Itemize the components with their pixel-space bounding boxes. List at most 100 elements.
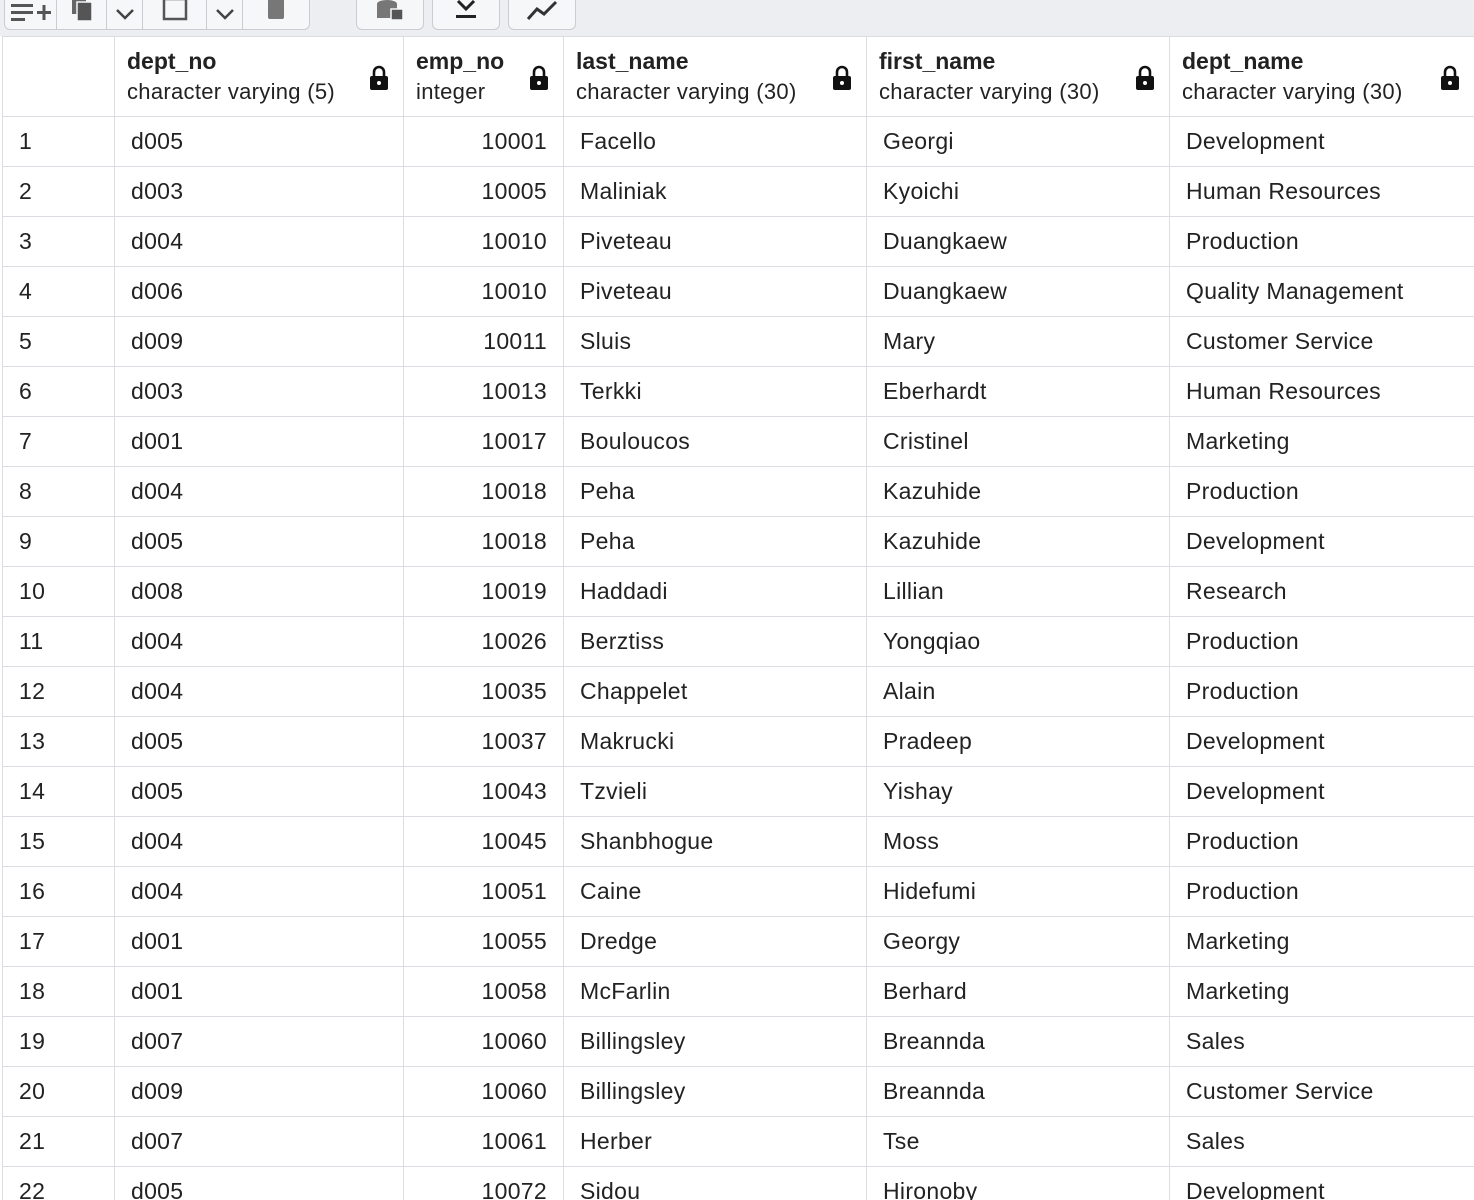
row-number-cell[interactable]: 11	[2, 616, 115, 667]
first-name-cell[interactable]: Lillian	[866, 566, 1170, 617]
last-name-cell[interactable]: Peha	[563, 516, 867, 567]
first-name-cell[interactable]: Georgy	[866, 916, 1170, 967]
row-number-cell[interactable]: 7	[2, 416, 115, 467]
dept-no-cell[interactable]: d007	[114, 1116, 404, 1167]
dept-no-cell[interactable]: d009	[114, 1066, 404, 1117]
last-name-cell[interactable]: Bouloucos	[563, 416, 867, 467]
table-row[interactable]: 2 d003 10005 Maliniak Kyoichi Human Resources	[2, 166, 1474, 217]
dept-no-cell[interactable]: d003	[114, 166, 404, 217]
first-name-cell[interactable]: Duangkaew	[866, 266, 1170, 317]
row-number-cell[interactable]: 18	[2, 966, 115, 1017]
dept-no-cell[interactable]: d004	[114, 816, 404, 867]
table-row[interactable]: 14 d005 10043 Tzvieli Yishay Development	[2, 766, 1474, 817]
first-name-cell[interactable]: Berhard	[866, 966, 1170, 1017]
add-row-button[interactable]	[5, 0, 57, 29]
table-row[interactable]: 18 d001 10058 McFarlin Berhard Marketing	[2, 966, 1474, 1017]
dept-name-cell[interactable]: Development	[1169, 516, 1474, 567]
last-name-cell[interactable]: Berztiss	[563, 616, 867, 667]
emp-no-cell[interactable]: 10072	[403, 1166, 564, 1200]
emp-no-cell[interactable]: 10043	[403, 766, 564, 817]
dept-name-cell[interactable]: Human Resources	[1169, 366, 1474, 417]
delete-button[interactable]	[243, 0, 309, 29]
emp-no-cell[interactable]: 10058	[403, 966, 564, 1017]
dept-no-cell[interactable]: d009	[114, 316, 404, 367]
emp-no-cell[interactable]: 10018	[403, 516, 564, 567]
emp-no-cell[interactable]: 10051	[403, 866, 564, 917]
row-number-cell[interactable]: 6	[2, 366, 115, 417]
row-number-cell[interactable]: 16	[2, 866, 115, 917]
dept-name-cell[interactable]: Production	[1169, 666, 1474, 717]
column-header-last-name[interactable]: last_name character varying (30)	[563, 36, 867, 117]
row-number-cell[interactable]: 3	[2, 216, 115, 267]
emp-no-cell[interactable]: 10026	[403, 616, 564, 667]
dept-name-cell[interactable]: Sales	[1169, 1016, 1474, 1067]
dept-name-cell[interactable]: Development	[1169, 766, 1474, 817]
first-name-cell[interactable]: Kazuhide	[866, 466, 1170, 517]
emp-no-cell[interactable]: 10060	[403, 1066, 564, 1117]
table-row[interactable]: 13 d005 10037 Makrucki Pradeep Development	[2, 716, 1474, 767]
last-name-cell[interactable]: Dredge	[563, 916, 867, 967]
last-name-cell[interactable]: Billingsley	[563, 1016, 867, 1067]
first-name-cell[interactable]: Yishay	[866, 766, 1170, 817]
dept-name-cell[interactable]: Customer Service	[1169, 316, 1474, 367]
row-number-cell[interactable]: 8	[2, 466, 115, 517]
dept-no-cell[interactable]: d006	[114, 266, 404, 317]
table-row[interactable]: 20 d009 10060 Billingsley Breannda Customer S…	[2, 1066, 1474, 1117]
last-name-cell[interactable]: Peha	[563, 466, 867, 517]
table-row[interactable]: 16 d004 10051 Caine Hidefumi Production	[2, 866, 1474, 917]
emp-no-cell[interactable]: 10010	[403, 266, 564, 317]
dept-no-cell[interactable]: d008	[114, 566, 404, 617]
dept-name-cell[interactable]: Production	[1169, 866, 1474, 917]
table-row[interactable]: 5 d009 10011 Sluis Mary Customer Service	[2, 316, 1474, 367]
table-row[interactable]: 17 d001 10055 Dredge Georgy Marketing	[2, 916, 1474, 967]
table-row[interactable]: 22 d005 10072 Sidou Hironoby Development	[2, 1166, 1474, 1200]
last-name-cell[interactable]: Terkki	[563, 366, 867, 417]
row-number-cell[interactable]: 12	[2, 666, 115, 717]
table-row[interactable]: 8 d004 10018 Peha Kazuhide Production	[2, 466, 1474, 517]
emp-no-cell[interactable]: 10005	[403, 166, 564, 217]
first-name-cell[interactable]: Kyoichi	[866, 166, 1170, 217]
table-row[interactable]: 19 d007 10060 Billingsley Breannda Sales	[2, 1016, 1474, 1067]
table-row[interactable]: 10 d008 10019 Haddadi Lillian Research	[2, 566, 1474, 617]
last-name-cell[interactable]: Sidou	[563, 1166, 867, 1200]
paste-button[interactable]	[143, 0, 207, 29]
emp-no-cell[interactable]: 10061	[403, 1116, 564, 1167]
dept-name-cell[interactable]: Marketing	[1169, 416, 1474, 467]
first-name-cell[interactable]: Alain	[866, 666, 1170, 717]
first-name-cell[interactable]: Yongqiao	[866, 616, 1170, 667]
dept-no-cell[interactable]: d005	[114, 716, 404, 767]
first-name-cell[interactable]: Georgi	[866, 116, 1170, 167]
dept-no-cell[interactable]: d007	[114, 1016, 404, 1067]
table-row[interactable]: 6 d003 10013 Terkki Eberhardt Human Resources	[2, 366, 1474, 417]
paste-options-dropdown[interactable]	[207, 0, 243, 29]
table-row[interactable]: 21 d007 10061 Herber Tse Sales	[2, 1116, 1474, 1167]
save-data-button[interactable]	[357, 0, 423, 29]
first-name-cell[interactable]: Breannda	[866, 1066, 1170, 1117]
last-name-cell[interactable]: Billingsley	[563, 1066, 867, 1117]
row-number-cell[interactable]: 19	[2, 1016, 115, 1067]
first-name-cell[interactable]: Tse	[866, 1116, 1170, 1167]
last-name-cell[interactable]: Haddadi	[563, 566, 867, 617]
dept-name-cell[interactable]: Research	[1169, 566, 1474, 617]
last-name-cell[interactable]: Makrucki	[563, 716, 867, 767]
dept-name-cell[interactable]: Production	[1169, 466, 1474, 517]
download-button[interactable]	[433, 0, 499, 29]
emp-no-cell[interactable]: 10017	[403, 416, 564, 467]
row-number-header[interactable]	[2, 36, 115, 117]
last-name-cell[interactable]: Facello	[563, 116, 867, 167]
graph-visualiser-button[interactable]	[509, 0, 575, 29]
dept-no-cell[interactable]: d004	[114, 216, 404, 267]
emp-no-cell[interactable]: 10060	[403, 1016, 564, 1067]
table-row[interactable]: 11 d004 10026 Berztiss Yongqiao Production	[2, 616, 1474, 667]
row-number-cell[interactable]: 4	[2, 266, 115, 317]
dept-name-cell[interactable]: Development	[1169, 116, 1474, 167]
emp-no-cell[interactable]: 10035	[403, 666, 564, 717]
emp-no-cell[interactable]: 10013	[403, 366, 564, 417]
dept-name-cell[interactable]: Quality Management	[1169, 266, 1474, 317]
column-header-first-name[interactable]: first_name character varying (30)	[866, 36, 1170, 117]
last-name-cell[interactable]: McFarlin	[563, 966, 867, 1017]
row-number-cell[interactable]: 13	[2, 716, 115, 767]
dept-no-cell[interactable]: d005	[114, 516, 404, 567]
row-number-cell[interactable]: 20	[2, 1066, 115, 1117]
dept-name-cell[interactable]: Marketing	[1169, 916, 1474, 967]
